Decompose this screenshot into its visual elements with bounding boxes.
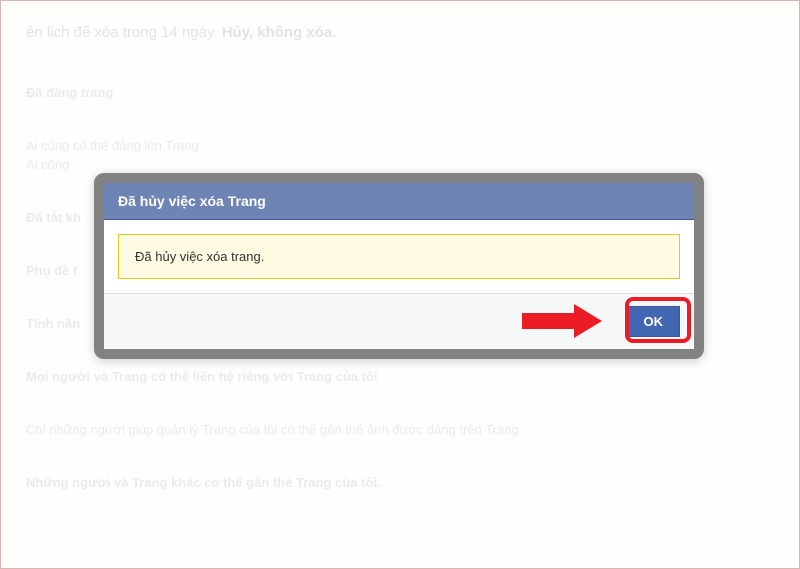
dialog-footer: OK [104, 294, 694, 349]
notice-message: Đã hủy việc xóa trang. [118, 234, 680, 279]
dialog-body: Đã hủy việc xóa trang. [104, 220, 694, 294]
dialog-title: Đã hủy việc xóa Trang [118, 193, 680, 209]
ok-button[interactable]: OK [627, 306, 681, 337]
dialog-header: Đã hủy việc xóa Trang [104, 183, 694, 220]
annotation-arrow-icon [522, 306, 612, 336]
confirmation-dialog: Đã hủy việc xóa Trang Đã hủy việc xóa tr… [94, 173, 704, 359]
